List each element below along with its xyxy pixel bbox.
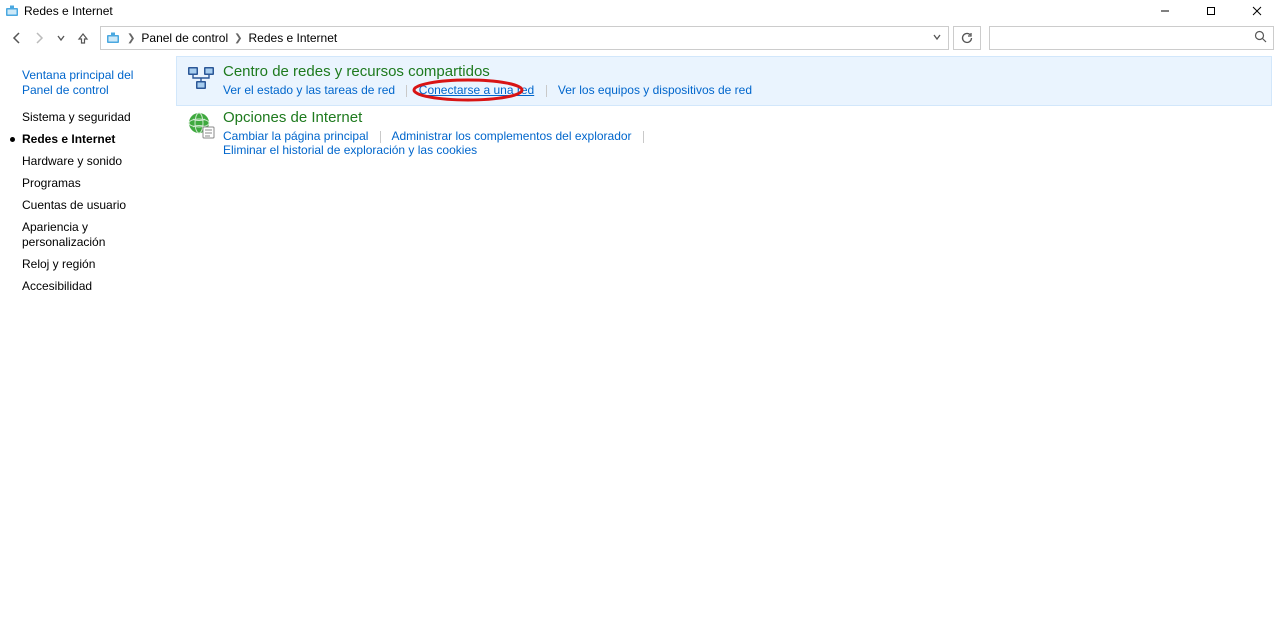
link-eliminar-historial[interactable]: Eliminar el historial de exploración y l… (223, 143, 477, 157)
breadcrumb-root[interactable]: Panel de control (141, 31, 228, 45)
circled-annotation: Conectarse a una red (419, 83, 534, 97)
internet-options-title[interactable]: Opciones de Internet (223, 109, 362, 127)
breadcrumb-current[interactable]: Redes e Internet (249, 31, 338, 45)
maximize-button[interactable] (1188, 0, 1234, 22)
sidebar: Ventana principal del Panel de control S… (0, 52, 176, 644)
chevron-down-icon[interactable] (932, 31, 942, 45)
sidebar-item-accesibilidad[interactable]: Accesibilidad (22, 279, 166, 294)
network-sharing-links: Ver el estado y las tareas de red Conect… (223, 83, 1263, 97)
sidebar-item-hardware-y-sonido[interactable]: Hardware y sonido (22, 154, 166, 169)
sidebar-item-cuentas-de-usuario[interactable]: Cuentas de usuario (22, 198, 166, 213)
titlebar: Redes e Internet (0, 0, 1280, 22)
pane-internet-options: Opciones de Internet Cambiar la página p… (176, 102, 1272, 166)
search-input[interactable] (996, 30, 1254, 46)
address-bar[interactable]: ❯ Panel de control ❯ Redes e Internet (100, 26, 949, 50)
network-sharing-title[interactable]: Centro de redes y recursos compartidos (223, 63, 490, 81)
sidebar-item-redes-e-internet[interactable]: Redes e Internet (22, 132, 166, 147)
sidebar-item-reloj-y-region[interactable]: Reloj y región (22, 257, 166, 272)
link-cambiar-pagina-principal[interactable]: Cambiar la página principal (223, 129, 368, 143)
chevron-right-icon[interactable]: ❯ (127, 33, 135, 44)
minimize-button[interactable] (1142, 0, 1188, 22)
link-divider (546, 85, 547, 97)
recent-locations-button[interactable] (50, 27, 72, 49)
link-divider (643, 131, 644, 143)
close-button[interactable] (1234, 0, 1280, 22)
up-button[interactable] (72, 27, 94, 49)
link-ver-estado-red[interactable]: Ver el estado y las tareas de red (223, 83, 395, 97)
forward-button[interactable] (28, 27, 50, 49)
nav-row: ❯ Panel de control ❯ Redes e Internet (0, 24, 1280, 52)
control-panel-icon (105, 30, 121, 46)
link-administrar-complementos[interactable]: Administrar los complementos del explora… (391, 129, 631, 143)
search-box[interactable] (989, 26, 1274, 50)
internet-options-icon (185, 109, 217, 141)
main-content: Centro de redes y recursos compartidos V… (176, 52, 1280, 644)
pane-network-sharing: Centro de redes y recursos compartidos V… (176, 56, 1272, 106)
link-ver-equipos-red[interactable]: Ver los equipos y dispositivos de red (558, 83, 752, 97)
chevron-right-icon[interactable]: ❯ (234, 33, 242, 44)
window-title: Redes e Internet (24, 4, 113, 18)
refresh-button[interactable] (953, 26, 981, 50)
sidebar-item-sistema-y-seguridad[interactable]: Sistema y seguridad (22, 110, 166, 125)
link-divider (406, 85, 407, 97)
sidebar-item-programas[interactable]: Programas (22, 176, 166, 191)
search-icon[interactable] (1254, 30, 1267, 46)
sidebar-item-apariencia[interactable]: Apariencia y personalización (22, 220, 166, 250)
control-panel-icon (4, 3, 20, 19)
internet-options-links: Cambiar la página principal Administrar … (223, 129, 1263, 157)
network-sharing-icon (185, 63, 217, 95)
control-panel-home-link[interactable]: Ventana principal del Panel de control (22, 68, 166, 98)
back-button[interactable] (6, 27, 28, 49)
link-conectarse-a-una-red[interactable]: Conectarse a una red (419, 83, 534, 97)
link-divider (380, 131, 381, 143)
